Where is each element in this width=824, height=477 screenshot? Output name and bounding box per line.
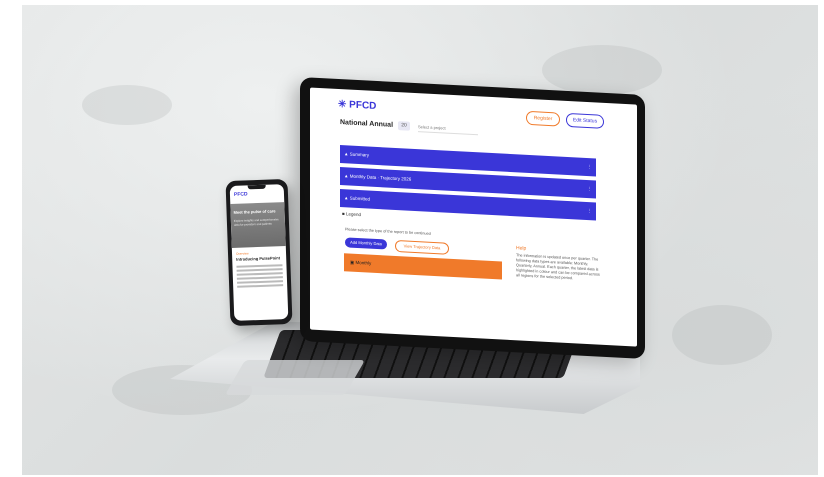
laptop-screen: ✳ PFCD Register Edit Status National Ann…	[310, 87, 637, 347]
logo[interactable]: ✳ PFCD	[338, 99, 376, 112]
phone-text-lines	[236, 264, 284, 290]
laptop-lid: ✳ PFCD Register Edit Status National Ann…	[300, 76, 645, 360]
chevron-icon: ⋮	[587, 164, 593, 170]
laptop-trackpad	[224, 360, 366, 395]
phone-tag: Overview	[235, 251, 249, 256]
phone-screen: PFCD Meet the pulse of care Explore insi…	[229, 184, 289, 321]
page-title: National Annual	[340, 119, 394, 129]
help-text: The information is updated once per quar…	[516, 253, 600, 281]
phone-logo[interactable]: PFCD	[234, 191, 248, 197]
instruction-text: Please select the type of the report to …	[345, 227, 431, 236]
phone-notch	[247, 184, 266, 190]
phone-heading: Introducing PulsePoint	[236, 255, 281, 262]
project-select[interactable]: Select a project	[418, 122, 478, 136]
register-button[interactable]: Register	[526, 110, 560, 127]
edit-status-button[interactable]: Edit Status	[566, 112, 604, 129]
legend-label: ■ Legend	[342, 211, 361, 218]
chevron-icon: ⋮	[587, 186, 593, 192]
chevron-icon: ⋮	[587, 208, 593, 214]
add-monthly-button[interactable]: Add Monthly Data	[345, 237, 387, 250]
count-select[interactable]: 20	[398, 121, 410, 131]
view-trajectory-button[interactable]: View Trajectory Data	[395, 239, 449, 255]
help-panel: Help The information is updated once per…	[516, 245, 602, 283]
monthly-row[interactable]: ▣ Monthly	[344, 253, 502, 280]
phone: PFCD Meet the pulse of care Explore insi…	[225, 178, 293, 327]
